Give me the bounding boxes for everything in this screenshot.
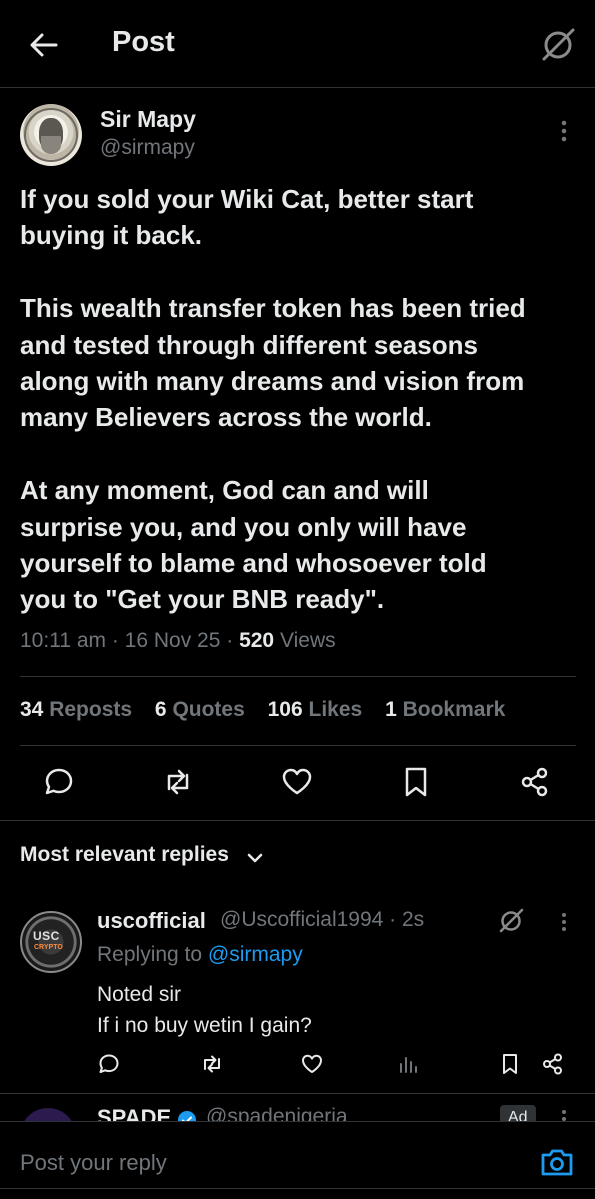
author-handle[interactable]: @sirmapy xyxy=(100,136,195,160)
reply-author-name[interactable]: uscofficial xyxy=(97,908,206,934)
post-meta: 10:11 am · 16 Nov 25 · 520 Views xyxy=(20,629,336,652)
reply-avatar[interactable]: USC CRYPTO xyxy=(20,911,82,973)
back-arrow-icon[interactable] xyxy=(26,28,60,62)
chevron-down-icon[interactable] xyxy=(246,849,264,867)
more-options-icon[interactable] xyxy=(556,911,572,933)
bookmark-icon[interactable] xyxy=(399,765,433,799)
divider xyxy=(0,820,595,821)
post-line: many Believers across the world. xyxy=(20,402,432,433)
camera-icon[interactable] xyxy=(540,1147,574,1177)
post-line: buying it back. xyxy=(20,220,203,251)
divider xyxy=(0,1093,595,1094)
author-name[interactable]: Sir Mapy xyxy=(100,106,196,133)
post-line: and tested through different seasons xyxy=(20,329,478,360)
reply-composer: Post your reply xyxy=(0,1121,595,1199)
like-icon[interactable] xyxy=(300,1052,324,1076)
repost-icon[interactable] xyxy=(161,765,195,799)
post-line: surprise you, and you only will have xyxy=(20,511,467,542)
page-title: Post xyxy=(112,26,175,58)
divider xyxy=(20,745,576,746)
likes-stat[interactable]: 106 Likes xyxy=(268,698,363,722)
engagement-stats: 34 Reposts 6 Quotes 106 Likes 1 Bookmark xyxy=(20,698,522,722)
post-line: you to "Get your BNB ready". xyxy=(20,584,385,615)
reposts-stat[interactable]: 34 Reposts xyxy=(20,698,132,722)
views-count: 520 xyxy=(239,629,275,652)
views-label: Views xyxy=(279,629,336,652)
reply-input[interactable]: Post your reply xyxy=(20,1150,167,1176)
post-line: This wealth transfer token has been trie… xyxy=(20,293,526,324)
repost-icon[interactable] xyxy=(200,1052,224,1076)
divider xyxy=(20,676,576,677)
reply-icon[interactable] xyxy=(42,765,76,799)
reply-icon[interactable] xyxy=(97,1052,121,1076)
author-avatar[interactable] xyxy=(20,104,82,166)
reply-text: Noted sir If i no buy wetin I gain? xyxy=(97,979,312,1041)
post-date[interactable]: 16 Nov 25 xyxy=(125,629,221,652)
post-text: If you sold your Wiki Cat, better start … xyxy=(20,181,580,618)
share-icon[interactable] xyxy=(541,1052,565,1076)
bookmarks-stat[interactable]: 1 Bookmark xyxy=(385,698,505,722)
more-options-icon[interactable] xyxy=(553,118,575,144)
action-bar xyxy=(0,757,595,809)
like-icon[interactable] xyxy=(280,765,314,799)
avatar-logo-subtext: CRYPTO xyxy=(34,944,63,951)
post-line: If you sold your Wiki Cat, better start xyxy=(20,184,474,214)
replying-to-link[interactable]: @sirmapy xyxy=(208,943,303,966)
post-line: yourself to blame and whosoever told xyxy=(20,548,487,579)
reply-composer-box[interactable]: Post your reply xyxy=(0,1123,595,1189)
quotes-stat[interactable]: 6 Quotes xyxy=(155,698,245,722)
replying-to: Replying to @sirmapy xyxy=(97,943,303,966)
analytics-icon[interactable] xyxy=(397,1052,421,1076)
share-icon[interactable] xyxy=(518,765,552,799)
top-bar: Post xyxy=(0,0,595,88)
grok-icon[interactable] xyxy=(497,906,525,934)
avatar-logo-text: USC xyxy=(33,929,60,943)
replies-sort-dropdown[interactable]: Most relevant replies xyxy=(20,843,229,867)
post-line: along with many dreams and vision from xyxy=(20,366,525,397)
grok-icon[interactable] xyxy=(538,24,578,64)
post-line: At any moment, God can and will xyxy=(20,475,429,506)
reply-line: If i no buy wetin I gain? xyxy=(97,1014,312,1037)
bookmark-icon[interactable] xyxy=(498,1052,522,1076)
reply-author-handle[interactable]: @Uscofficial1994 · 2s xyxy=(220,908,424,932)
reply-line: Noted sir xyxy=(97,983,182,1006)
post-time[interactable]: 10:11 am xyxy=(20,629,106,652)
